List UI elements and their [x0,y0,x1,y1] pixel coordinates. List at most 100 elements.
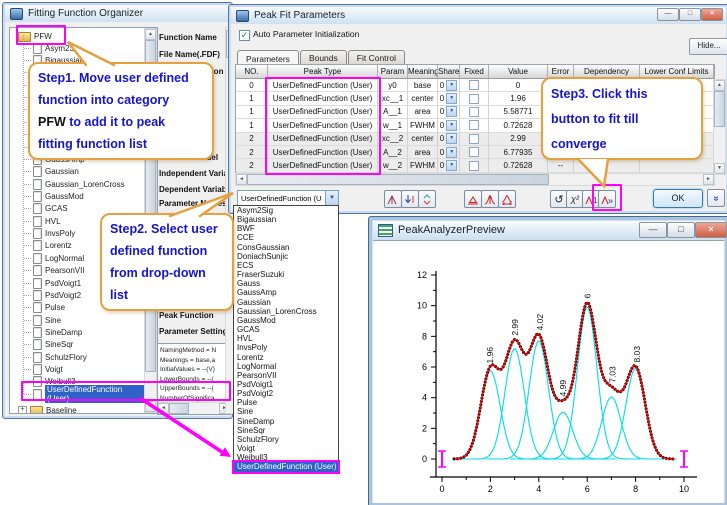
fixed-checkbox[interactable] [460,146,489,159]
tab-bounds[interactable]: Bounds [300,50,347,64]
fixed-checkbox[interactable] [460,79,489,92]
table-cell[interactable]: 1 [236,106,268,119]
tree-item[interactable]: SineSqr [10,339,146,351]
ok-button[interactable]: OK [653,189,703,208]
table-cell[interactable]: 0.72628 [489,119,548,132]
column-header[interactable]: Meaning [408,65,438,79]
table-cell[interactable]: FWHM [408,119,438,132]
dropdown-item[interactable]: GaussMod [234,316,338,325]
dropdown-item[interactable]: PearsonVII [234,371,338,380]
dropdown-item[interactable]: Asym2Sig [234,206,338,215]
table-cell[interactable]: 5.58771 [489,106,548,119]
scroll-left-icon[interactable]: ◄ [158,403,169,414]
scroll-down-icon[interactable]: ▼ [145,401,156,412]
table-cell[interactable]: 1.96 [489,92,548,105]
table-cell[interactable]: A__2 [378,146,408,159]
scroll-up-icon[interactable]: ▲ [145,29,156,40]
fixed-checkbox[interactable] [460,133,489,146]
sort-peaks-button[interactable] [401,190,419,208]
column-header[interactable]: Param [378,65,408,79]
scroll-up-icon[interactable]: ▲ [714,80,725,91]
table-cell[interactable] [574,159,640,172]
fixed-checkbox[interactable] [460,119,489,132]
dropdown-item[interactable]: SchulzFlory [234,435,338,444]
table-vscrollbar[interactable]: ▲ ▼ [713,79,726,175]
dropdown-item[interactable]: Voigt [234,444,338,453]
tree-item[interactable]: Gaussian_LorenCross [10,178,146,190]
close-button[interactable]: × [701,8,723,21]
scroll-down-icon[interactable]: ▼ [714,163,725,174]
modify-peak-button[interactable] [481,190,499,208]
expand-icon[interactable]: + [18,406,27,414]
dropdown-item[interactable]: Bigaussian [234,215,338,224]
dropdown-item[interactable]: Gaussian [234,298,338,307]
initialize-peaks-button[interactable] [384,190,402,208]
settings-hscrollbar[interactable]: ◄ ► [158,402,230,414]
fixed-checkbox[interactable] [460,159,489,172]
chevron-down-icon[interactable]: ▼ [325,191,338,206]
dropdown-item[interactable]: Pulse [234,398,338,407]
table-cell[interactable]: 0.72628 [489,159,548,172]
peak-width-button[interactable] [498,190,516,208]
dropdown-item[interactable]: UserDefinedFunction (User) [234,462,338,471]
column-header[interactable]: NO. [236,65,268,79]
column-header[interactable]: Share [438,65,460,79]
table-cell[interactable]: 0 [489,79,548,92]
table-cell[interactable]: 6.77935 [489,146,548,159]
column-header[interactable]: Fixed [460,65,489,79]
dropdown-item[interactable]: Gaussian_LorenCross [234,307,338,316]
table-cell[interactable]: 2.99 [489,133,548,146]
share-cell[interactable]: 0▼ [438,133,460,146]
tree-item[interactable]: GaussMod [10,190,146,202]
table-cell[interactable]: center [408,133,438,146]
hide-button[interactable]: Hide... [689,38,727,55]
table-cell[interactable]: FWHM [408,159,438,172]
table-cell[interactable]: -- [548,159,574,172]
fixed-checkbox[interactable] [460,92,489,105]
table-cell[interactable]: 2 [236,133,268,146]
dialog-titlebar[interactable]: Peak Fit Parameters [231,7,726,24]
tree-item[interactable]: Sine [10,314,146,326]
tree-item[interactable]: Gaussian [10,166,146,178]
scroll-thumb[interactable] [169,403,189,414]
share-cell[interactable]: 0▼ [438,106,460,119]
table-cell[interactable]: xc__1 [378,92,408,105]
dropdown-item[interactable]: ConsGaussian [234,243,338,252]
share-cell[interactable]: 0▼ [438,92,460,105]
tree-item[interactable]: Voigt [10,363,146,375]
dropdown-item[interactable]: LogNormal [234,362,338,371]
scroll-right-icon[interactable]: ► [703,174,714,185]
dropdown-item[interactable]: GCAS [234,325,338,334]
table-cell[interactable]: area [408,106,438,119]
tab-parameters[interactable]: Parameters [237,50,299,65]
tree-item[interactable]: SchulzFlory [10,351,146,363]
scroll-thumb[interactable] [247,174,549,185]
table-cell[interactable]: 0 [236,79,268,92]
minimize-button[interactable]: — [639,222,667,238]
organizer-titlebar[interactable]: Fitting Function Organizer [5,5,230,22]
dropdown-item[interactable]: BWF [234,224,338,233]
close-button[interactable]: × [695,222,727,238]
column-header[interactable]: Value [489,65,548,79]
table-cell[interactable]: A__1 [378,106,408,119]
dropdown-item[interactable]: InvsPoly [234,343,338,352]
restore-button[interactable]: □ [667,222,695,238]
scroll-thumb[interactable] [714,91,725,127]
tree-item-baseline[interactable]: + Baseline [12,404,77,414]
fixed-checkbox[interactable] [460,106,489,119]
table-cell[interactable]: 1 [236,119,268,132]
dropdown-item[interactable]: PsdVoigt1 [234,380,338,389]
dropdown-item[interactable]: GaussAmp [234,288,338,297]
table-cell[interactable]: xc__2 [378,133,408,146]
dropdown-item[interactable]: SineSqr [234,426,338,435]
add-peak-button[interactable] [464,190,482,208]
dropdown-item[interactable]: CCE [234,233,338,242]
scroll-left-icon[interactable]: ◄ [236,174,247,185]
dropdown-item[interactable]: Lorentz [234,353,338,362]
tab-fit-control[interactable]: Fit Control [348,50,405,64]
dropdown-item[interactable]: Weibull3 [234,453,338,462]
share-cell[interactable]: 0▼ [438,146,460,159]
tree-item[interactable]: SineDamp [10,326,146,338]
dropdown-item[interactable]: Sine [234,407,338,416]
dropdown-item[interactable]: Gauss [234,279,338,288]
